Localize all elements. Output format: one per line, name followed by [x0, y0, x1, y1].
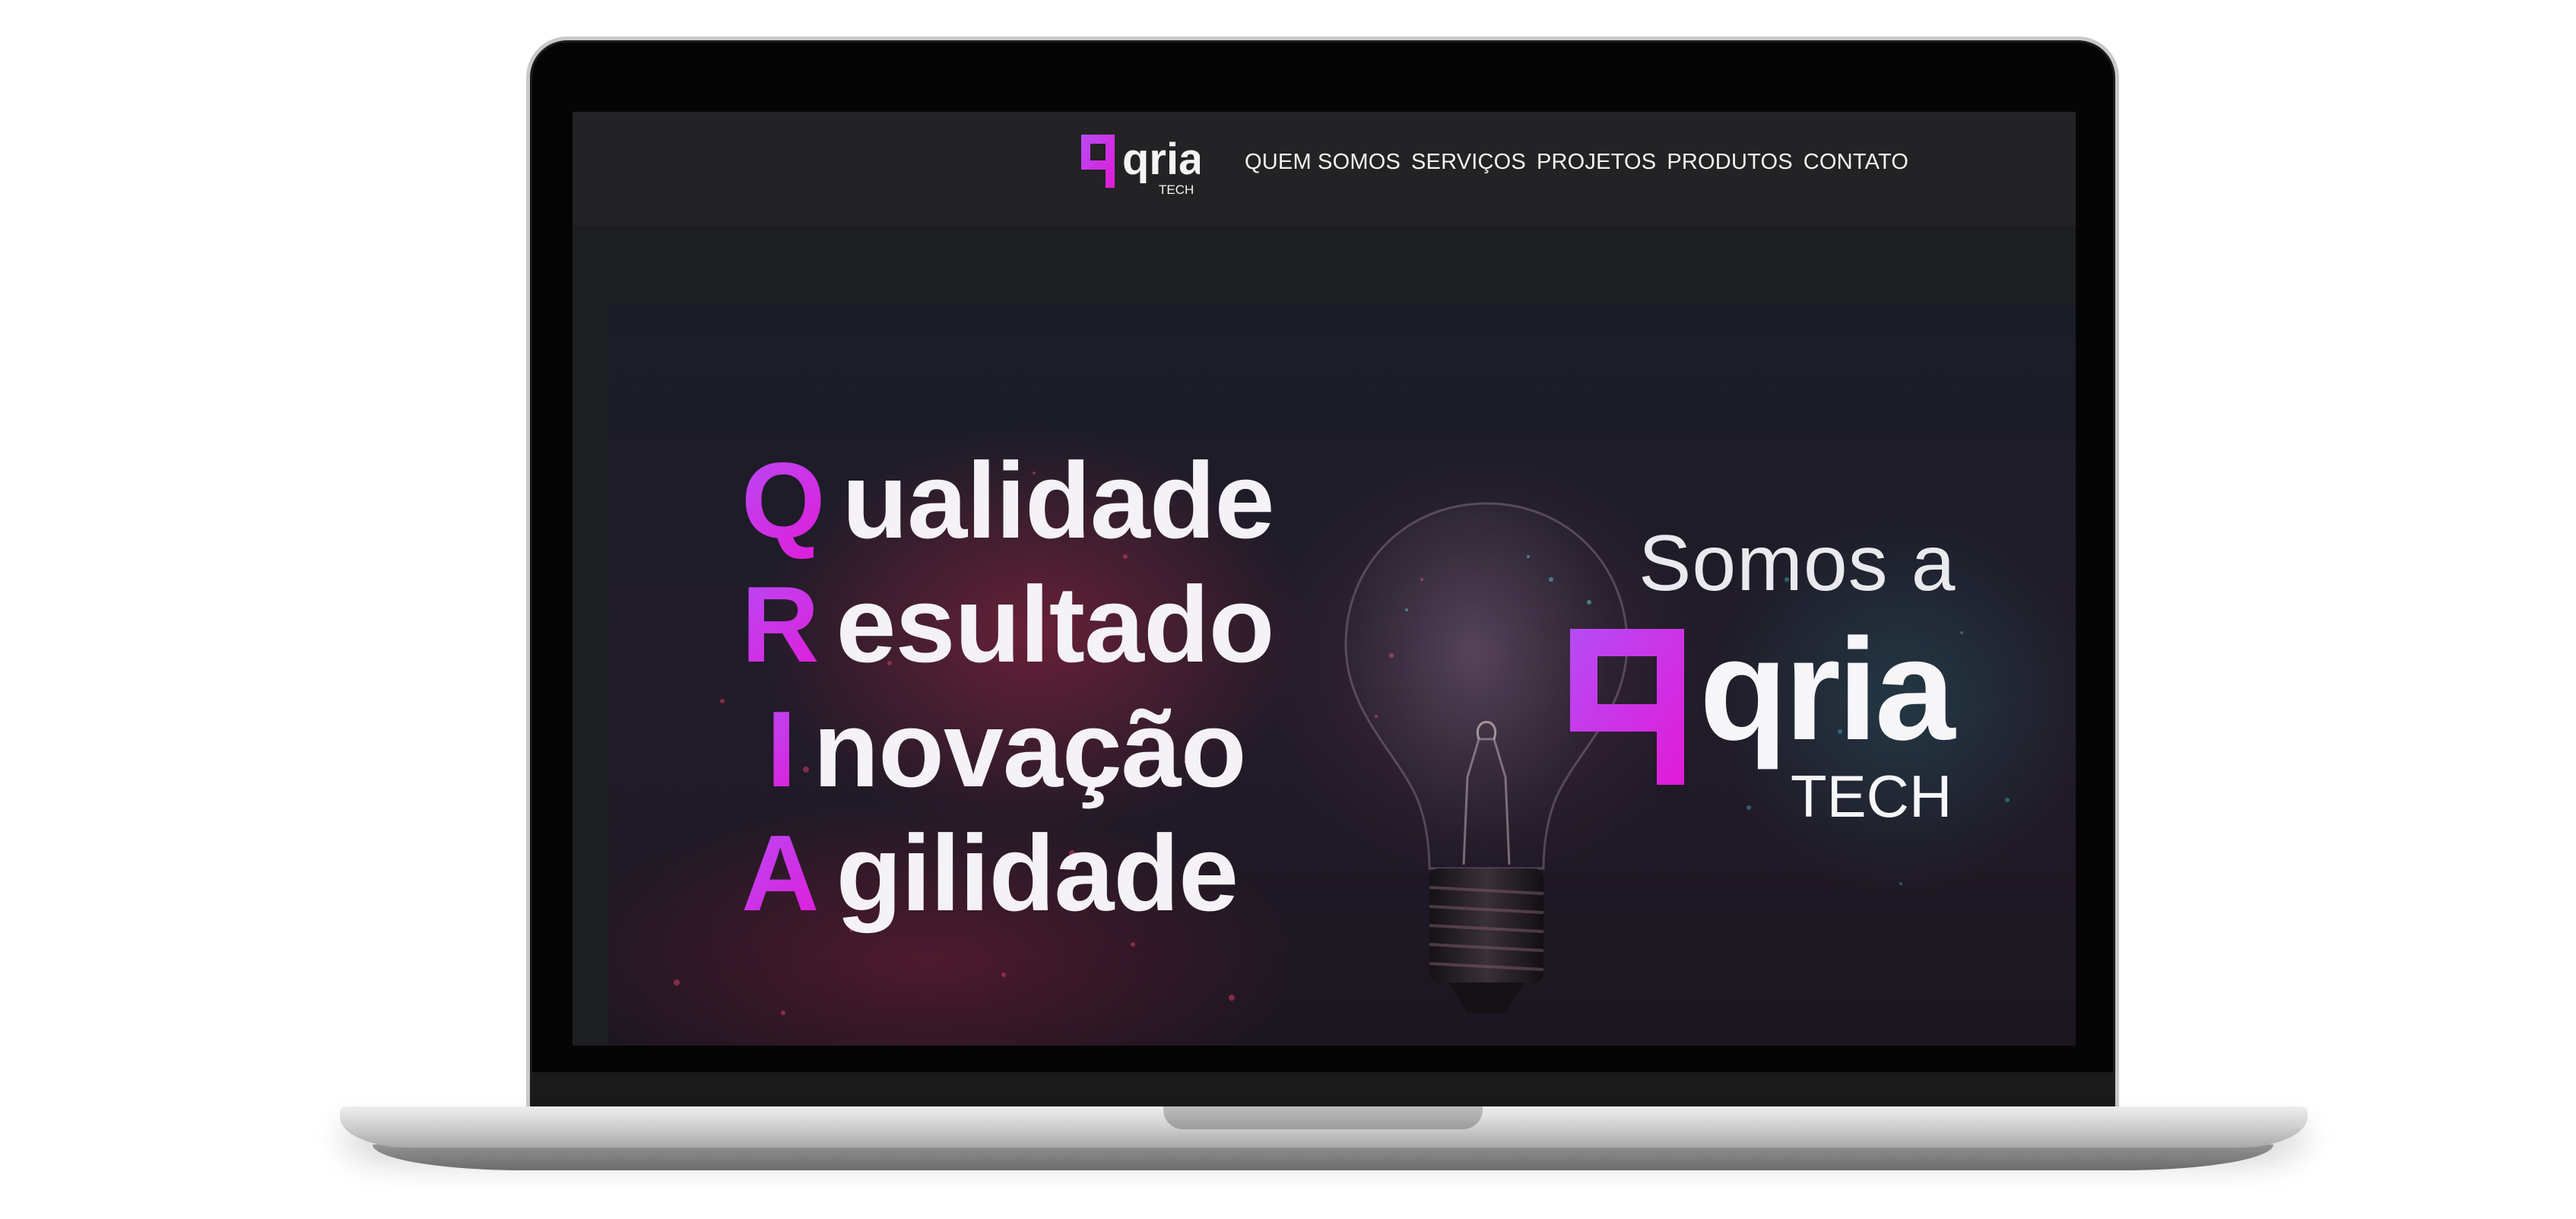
- acronym-line-r: R esultado: [741, 563, 1274, 685]
- header-spacer: [573, 226, 2076, 306]
- qria-logo[interactable]: qria TECH: [1078, 129, 1204, 202]
- laptop-screen: qria TECH QUEM SOMOS SERVIÇOS PROJETOS P…: [573, 112, 2076, 1046]
- qria-logo-icon: qria TECH: [1081, 135, 1204, 197]
- acronym-word: esultado: [836, 564, 1275, 685]
- acronym-initial: A: [741, 811, 820, 936]
- laptop-mockup: qria TECH QUEM SOMOS SERVIÇOS PROJETOS P…: [0, 0, 2576, 1219]
- acronym-word: ualidade: [842, 440, 1274, 561]
- nav-produtos[interactable]: PRODUTOS: [1667, 150, 1792, 175]
- nav-projetos[interactable]: PROJETOS: [1537, 150, 1656, 175]
- svg-text:qria: qria: [1122, 135, 1200, 184]
- site-header: qria TECH QUEM SOMOS SERVIÇOS PROJETOS P…: [573, 112, 2076, 226]
- svg-text:TECH: TECH: [1159, 183, 1194, 197]
- acronym-initial: R: [741, 563, 820, 687]
- main-nav: QUEM SOMOS SERVIÇOS PROJETOS PRODUTOS CO…: [1245, 147, 1908, 177]
- acronym-line-q: Q ualidade: [741, 439, 1275, 561]
- acronym-initial: Q: [741, 439, 825, 563]
- acronym-word: novação: [813, 689, 1246, 810]
- svg-text:qria: qria: [1699, 617, 1956, 770]
- hero-tagline: Somos a: [1639, 519, 1956, 608]
- svg-text:TECH: TECH: [1791, 763, 1952, 830]
- nav-contato[interactable]: CONTATO: [1804, 150, 1908, 175]
- acronym-line-a: A gilidade: [741, 811, 1239, 934]
- laptop-notch: [1163, 1106, 1483, 1129]
- hero-banner: Q ualidade R esultado I novação A gilida…: [608, 306, 2076, 1046]
- laptop-bezel-bottom: [532, 1072, 2114, 1109]
- acronym-initial: I: [766, 687, 796, 812]
- acronym-line-i: I novação: [766, 687, 1247, 810]
- nav-servicos[interactable]: SERVIÇOS: [1411, 150, 1526, 175]
- nav-quem-somos[interactable]: QUEM SOMOS: [1245, 150, 1401, 175]
- laptop-base-shadow: [373, 1144, 2273, 1170]
- qria-hero-logo: qria TECH: [1570, 617, 1958, 830]
- acronym-word: gilidade: [836, 813, 1239, 934]
